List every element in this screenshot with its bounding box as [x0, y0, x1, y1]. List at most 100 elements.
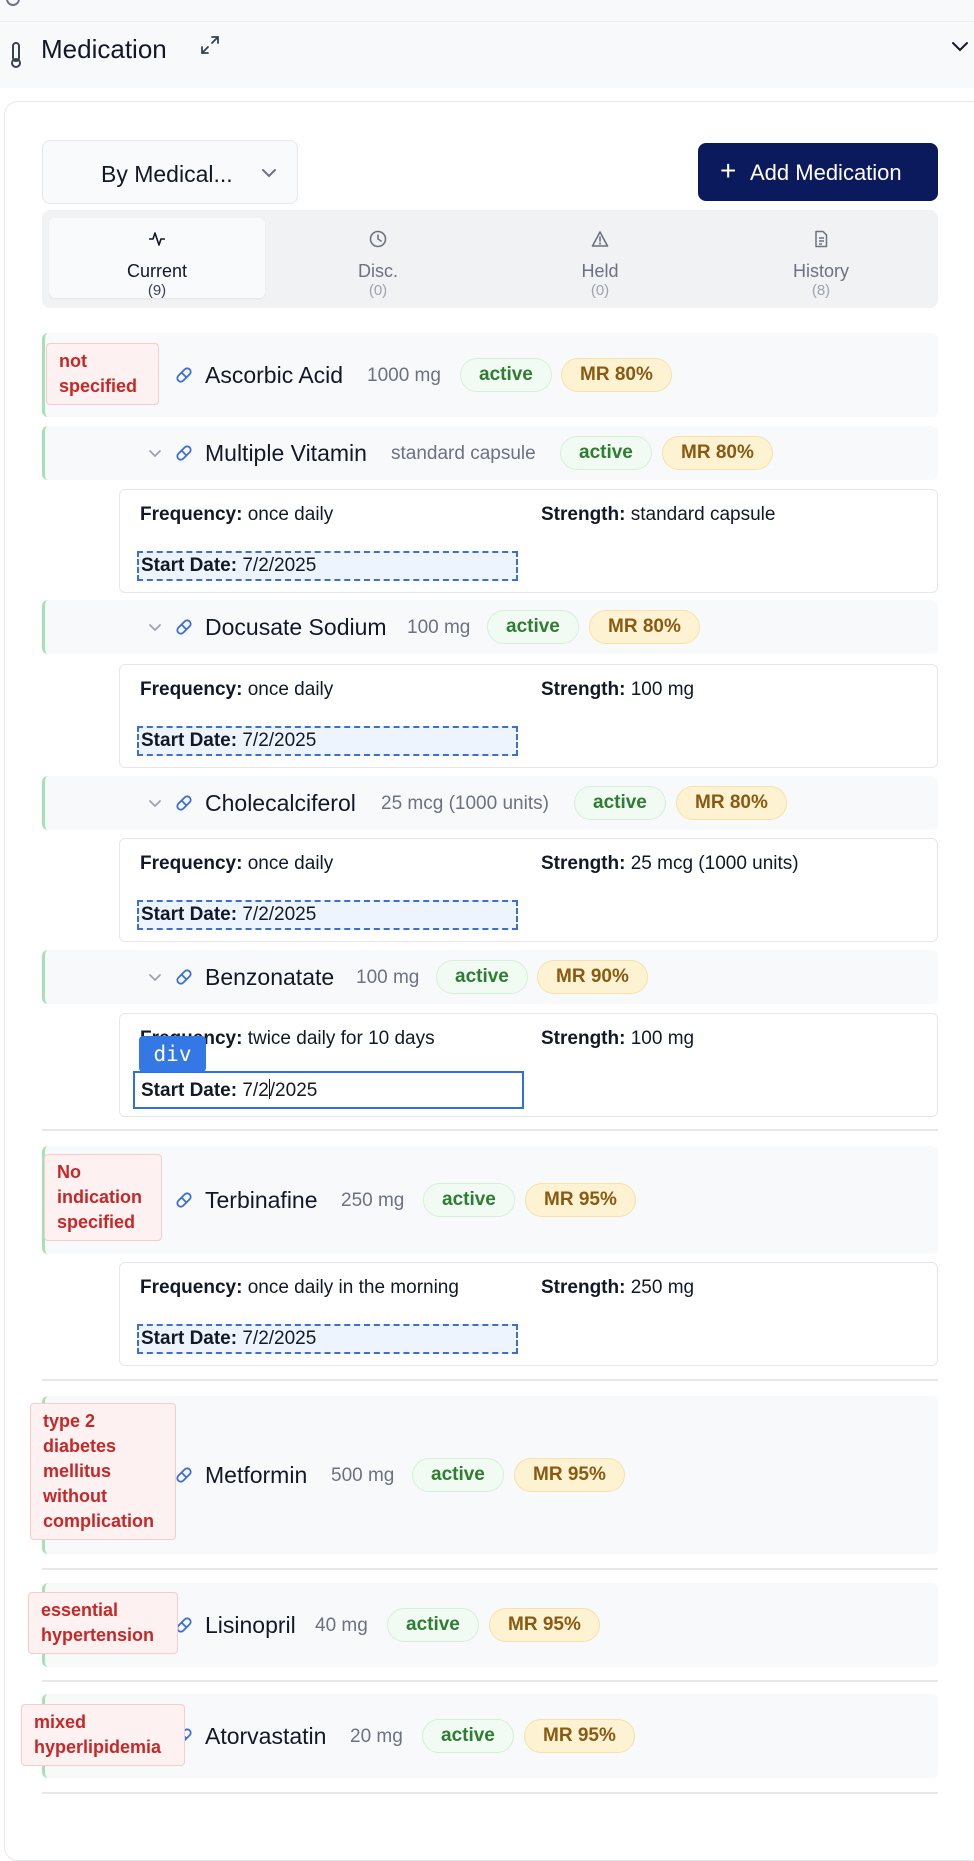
medication-name: Metformin: [205, 1462, 308, 1488]
medication-row-metformin[interactable]: Metformin 500 mg active MR 95%: [42, 1396, 938, 1554]
match-rate-badge: MR 80%: [589, 610, 700, 644]
match-rate-badge: MR 80%: [561, 358, 672, 392]
chevron-down-icon[interactable]: [147, 969, 163, 985]
medication-detail: Frequency: once daily in the morning Str…: [119, 1262, 938, 1366]
match-rate-badge: MR 95%: [514, 1458, 625, 1492]
tab-count: (9): [147, 282, 167, 299]
tab-current[interactable]: Current (9): [49, 218, 265, 299]
frequency-field: Frequency: once daily: [140, 853, 334, 874]
medication-name: Benzonatate: [205, 964, 335, 990]
medication-name: Multiple Vitamin: [205, 440, 367, 466]
match-rate-badge: MR 95%: [489, 1608, 600, 1642]
chevron-down-icon[interactable]: [147, 795, 163, 811]
medication-row-ascorbic-acid[interactable]: Ascorbic Acid 1000 mg active MR 80%: [42, 333, 938, 417]
medication-dose: 1000 mg: [367, 365, 441, 386]
add-medication-button[interactable]: + Add Medication: [698, 143, 938, 201]
plus-icon: +: [720, 155, 737, 186]
medication-dose: 20 mg: [350, 1726, 403, 1747]
strength-field: Strength: 100 mg: [541, 679, 695, 700]
circle-icon: [6, 0, 20, 6]
start-date-field-focused[interactable]: Start Date: 7/2/2025: [133, 1071, 524, 1109]
medication-tabs: Current (9) Disc. (0) Held (0) History (…: [42, 210, 938, 308]
medication-detail: Frequency: once daily Strength: 25 mcg (…: [119, 838, 938, 942]
indication-badge: mixed hyperlipidemia: [21, 1704, 185, 1766]
match-rate-badge: MR 95%: [525, 1183, 636, 1217]
medication-detail: Frequency: twice daily for 10 days Stren…: [119, 1013, 938, 1117]
medication-name: Atorvastatin: [205, 1723, 327, 1749]
activity-icon: [149, 232, 165, 246]
top-strip: [0, 0, 974, 22]
group-divider: [42, 1680, 938, 1682]
expand-icon[interactable]: [199, 34, 221, 56]
tab-label: History: [792, 261, 849, 281]
medication-dose: 500 mg: [331, 1465, 395, 1486]
start-date-field[interactable]: Start Date: 7/2/2025: [137, 726, 518, 756]
chevron-down-icon[interactable]: [950, 36, 970, 56]
medication-name: Cholecalciferol: [205, 790, 356, 816]
status-badge: active: [387, 1608, 479, 1642]
medication-row-terbinafine[interactable]: Terbinafine 250 mg active MR 95%: [42, 1146, 938, 1254]
warning-icon: [591, 231, 609, 247]
match-rate-badge: MR 80%: [676, 786, 787, 820]
tab-count: (0): [368, 282, 388, 299]
group-by-value: By Medical...: [101, 161, 233, 187]
chevron-down-icon[interactable]: [147, 445, 163, 461]
medication-dose: 100 mg: [356, 967, 420, 988]
status-badge: active: [422, 1719, 514, 1753]
tab-count: (8): [811, 282, 831, 299]
tab-label: Current: [126, 261, 188, 281]
medication-dose: 250 mg: [341, 1190, 405, 1211]
group-divider: [42, 1129, 938, 1131]
match-rate-badge: MR 80%: [662, 436, 773, 470]
add-medication-label: Add Medication: [750, 160, 902, 185]
pill-icon: [176, 795, 192, 811]
start-date-field[interactable]: Start Date: 7/2/2025: [137, 900, 518, 930]
strength-field: Strength: 250 mg: [541, 1277, 695, 1298]
medication-row-benzonatate[interactable]: Benzonatate 100 mg active MR 90%: [42, 950, 938, 1004]
frequency-field: Frequency: once daily: [140, 504, 334, 525]
match-rate-badge: MR 90%: [537, 960, 648, 994]
match-rate-badge: MR 95%: [524, 1719, 635, 1753]
inspector-element-tag: div: [139, 1036, 206, 1072]
pill-icon: [176, 445, 192, 461]
medication-section-header[interactable]: Medication: [0, 22, 974, 88]
tab-discontinued[interactable]: Disc. (0): [270, 218, 486, 299]
clock-icon: [369, 230, 387, 248]
document-icon: [815, 230, 828, 248]
medication-detail: Frequency: once daily Strength: standard…: [119, 489, 938, 593]
medication-name: Lisinopril: [205, 1612, 296, 1638]
status-badge: active: [560, 436, 652, 470]
group-by-select[interactable]: By Medical...: [42, 140, 298, 204]
group-divider: [42, 1792, 938, 1794]
medication-dose: 40 mg: [315, 1615, 368, 1636]
medication-row-docusate-sodium[interactable]: Docusate Sodium 100 mg active MR 80%: [42, 600, 938, 654]
medication-name: Docusate Sodium: [205, 614, 387, 640]
strength-field: Strength: 25 mcg (1000 units): [541, 853, 799, 874]
tab-held[interactable]: Held (0): [492, 218, 708, 299]
tab-count: (0): [590, 282, 610, 299]
thermometer-icon: [11, 42, 21, 68]
start-date-field[interactable]: Start Date: 7/2/2025: [137, 551, 518, 581]
chevron-down-icon[interactable]: [147, 619, 163, 635]
tab-label: Held: [581, 261, 619, 281]
status-badge: active: [460, 358, 552, 392]
medication-row-multiple-vitamin[interactable]: Multiple Vitamin standard capsule active…: [42, 426, 938, 480]
status-badge: active: [423, 1183, 515, 1217]
medication-dose: standard capsule: [391, 443, 536, 464]
medication-detail: Frequency: once daily Strength: 100 mg S…: [119, 664, 938, 768]
indication-badge: not specified: [46, 343, 159, 405]
start-date-field[interactable]: Start Date: 7/2/2025: [137, 1324, 518, 1354]
medication-row-cholecalciferol[interactable]: Cholecalciferol 25 mcg (1000 units) acti…: [42, 776, 938, 830]
strength-field: Strength: standard capsule: [541, 504, 776, 525]
group-divider: [42, 1379, 938, 1381]
tab-history[interactable]: History (8): [713, 218, 929, 299]
frequency-field: Frequency: once daily in the morning: [140, 1277, 459, 1298]
pill-icon: [176, 969, 192, 985]
strength-field: Strength: 100 mg: [541, 1028, 695, 1049]
medication-name: Terbinafine: [205, 1187, 318, 1213]
medication-dose: 25 mcg (1000 units): [381, 793, 549, 814]
status-badge: active: [487, 610, 579, 644]
indication-badge: type 2 diabetes mellitus without complic…: [30, 1403, 176, 1540]
frequency-field: Frequency: once daily: [140, 679, 334, 700]
pill-icon: [176, 619, 192, 635]
